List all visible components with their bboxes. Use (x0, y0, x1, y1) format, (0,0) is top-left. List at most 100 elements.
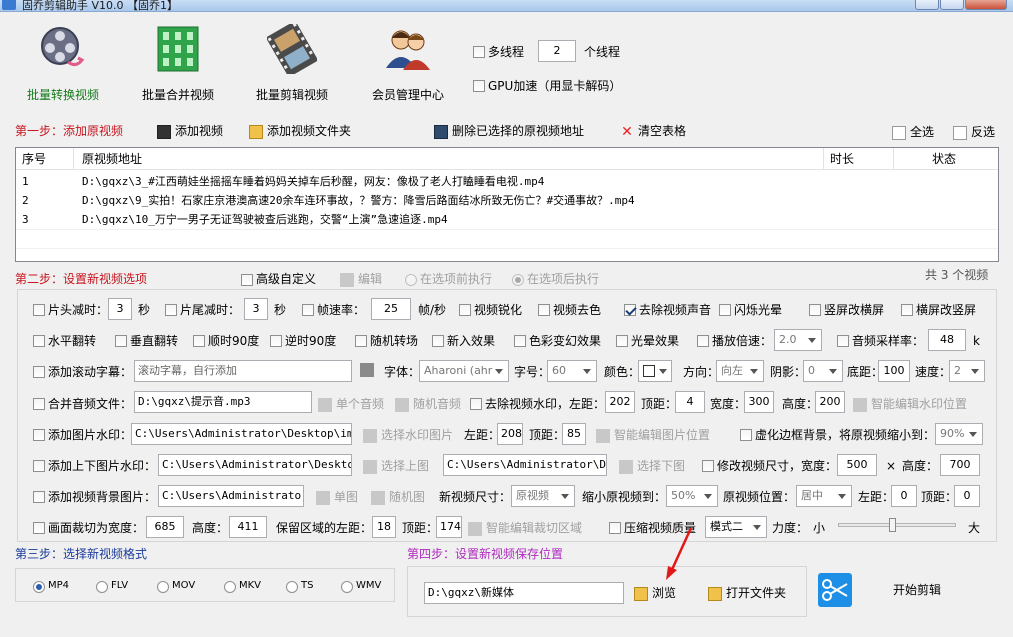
vflip-checkbox[interactable] (115, 333, 127, 347)
browse-button[interactable]: 浏览 (634, 585, 676, 601)
resize-width-input[interactable]: 500 (837, 454, 877, 476)
cw90-checkbox[interactable] (193, 333, 205, 347)
keep-top-input[interactable]: 174 (436, 516, 462, 538)
multithread-checkbox[interactable] (473, 44, 485, 58)
invert-selection-button[interactable]: 反选 (953, 124, 995, 140)
tool-batch-edit[interactable]: 批量剪辑视频 (237, 24, 347, 103)
hflip-checkbox[interactable] (33, 333, 45, 347)
new-effect-checkbox[interactable] (432, 333, 444, 347)
sample-rate-input[interactable]: 48 (928, 329, 966, 351)
head-cut-checkbox[interactable] (33, 302, 45, 316)
format-radio-wmv[interactable] (341, 579, 353, 593)
wm-height-input[interactable]: 200 (815, 391, 845, 413)
merge-audio-checkbox[interactable] (33, 396, 45, 410)
img-top-input[interactable]: 85 (562, 423, 586, 445)
light-effect-checkbox[interactable] (616, 333, 628, 347)
speed-select[interactable]: 2.0 (774, 329, 822, 351)
crop-height-input[interactable]: 411 (229, 516, 267, 538)
thread-count-input[interactable]: 2 (538, 40, 576, 62)
edit-text-icon[interactable] (360, 363, 374, 377)
h2v-checkbox[interactable] (901, 302, 913, 316)
sharpen-checkbox[interactable] (459, 302, 471, 316)
tail-cut-input[interactable]: 3 (244, 298, 268, 320)
shadow-select[interactable]: 0 (803, 360, 843, 382)
column-header-status[interactable]: 状态 (894, 148, 998, 170)
format-radio-mov[interactable] (157, 579, 169, 593)
start-button[interactable]: 开始剪辑 (893, 582, 941, 598)
font-size-select[interactable]: 60 (547, 360, 597, 382)
table-row[interactable]: 1 D:\gqxz\3_#江西萌娃坐摇摇车睡着妈妈关掉车后秒醒，网友：像极了老人打… (16, 172, 998, 191)
delete-selected-button[interactable]: 删除已选择的原视频地址 (434, 123, 584, 139)
decolor-checkbox[interactable] (538, 302, 550, 316)
slider-thumb[interactable] (889, 518, 896, 532)
blur-scale-select[interactable]: 90% (935, 423, 983, 445)
add-folder-button[interactable]: 添加视频文件夹 (249, 123, 351, 139)
sample-rate-checkbox[interactable] (837, 333, 849, 347)
original-position-select[interactable]: 居中 (796, 485, 852, 507)
tool-member-center[interactable]: 会员管理中心 (353, 24, 463, 103)
bottom-input[interactable]: 100 (878, 360, 910, 382)
resize-height-input[interactable]: 700 (940, 454, 980, 476)
strength-slider[interactable] (838, 518, 956, 532)
v2h-checkbox[interactable] (809, 302, 821, 316)
remove-watermark-checkbox[interactable] (470, 396, 482, 410)
close-button[interactable] (965, 0, 1007, 10)
after-options-radio[interactable] (512, 272, 524, 286)
blur-background-checkbox[interactable] (740, 427, 752, 441)
background-image-checkbox[interactable] (33, 489, 45, 503)
tool-batch-merge[interactable]: 批量合并视频 (123, 24, 233, 103)
column-header-index[interactable]: 序号 (16, 148, 74, 170)
crop-checkbox[interactable] (33, 520, 45, 534)
column-header-duration[interactable]: 时长 (824, 148, 894, 170)
keep-left-input[interactable]: 18 (372, 516, 396, 538)
wm-left-input[interactable]: 202 (605, 391, 635, 413)
background-image-path[interactable]: C:\Users\Administrator\D (158, 485, 304, 507)
compress-mode-select[interactable]: 模式二 (705, 516, 767, 538)
bg-left-input[interactable]: 0 (891, 485, 917, 507)
table-row[interactable]: 2 D:\gqxz\9_实拍！石家庄京港澳高速20余车连环事故，？警方：降雪后路面… (16, 191, 998, 210)
resize-checkbox[interactable] (702, 458, 714, 472)
save-path-input[interactable]: D:\gqxz\新媒体 (424, 582, 624, 604)
format-radio-mkv[interactable] (224, 579, 236, 593)
scroll-speed-select[interactable]: 2 (949, 360, 985, 382)
bg-top-input[interactable]: 0 (954, 485, 980, 507)
crop-width-input[interactable]: 685 (146, 516, 184, 538)
speed-checkbox[interactable] (697, 333, 709, 347)
format-radio-flv[interactable] (96, 579, 108, 593)
image-watermark-checkbox[interactable] (33, 427, 45, 441)
tool-batch-convert[interactable]: 批量转换视频 (8, 24, 118, 103)
remove-audio-checkbox[interactable] (624, 302, 636, 316)
select-all-button[interactable]: 全选 (892, 124, 934, 140)
tail-cut-checkbox[interactable] (165, 302, 177, 316)
top-bottom-watermark-checkbox[interactable] (33, 458, 45, 472)
ccw90-checkbox[interactable] (270, 333, 282, 347)
video-table[interactable]: 序号 原视频地址 时长 状态 1 D:\gqxz\3_#江西萌娃坐摇摇车睡着妈妈关… (15, 147, 999, 262)
top-image-path[interactable]: C:\Users\Administrator\Desktop\i (158, 454, 352, 476)
compress-checkbox[interactable] (609, 520, 621, 534)
color-change-checkbox[interactable] (514, 333, 526, 347)
wm-top-input[interactable]: 4 (675, 391, 705, 413)
add-video-button[interactable]: 添加视频 (157, 123, 223, 139)
img-left-input[interactable]: 208 (497, 423, 523, 445)
fps-input[interactable]: 25 (371, 298, 411, 320)
color-picker[interactable] (638, 360, 672, 382)
minimize-button[interactable] (915, 0, 939, 10)
scroll-subtitle-input[interactable]: 滚动字幕，自行添加 (134, 360, 352, 382)
advanced-checkbox[interactable] (241, 272, 253, 286)
clear-table-button[interactable]: ✕ 清空表格 (620, 123, 686, 139)
maximize-button[interactable] (940, 0, 964, 10)
direction-select[interactable]: 向左 (716, 360, 764, 382)
before-options-radio[interactable] (405, 272, 417, 286)
flash-checkbox[interactable] (719, 302, 731, 316)
scroll-subtitle-checkbox[interactable] (33, 364, 45, 378)
font-select[interactable]: Aharoni (ahr (419, 360, 509, 382)
image-watermark-path[interactable]: C:\Users\Administrator\Desktop\img-q (131, 423, 352, 445)
open-folder-button[interactable]: 打开文件夹 (708, 585, 786, 601)
table-row[interactable]: 3 D:\gqxz\10_万宁一男子无证驾驶被查后逃跑，交警“上演”急速追逐.mp… (16, 210, 998, 229)
new-size-select[interactable]: 原视频 (511, 485, 575, 507)
head-cut-input[interactable]: 3 (108, 298, 132, 320)
gpu-checkbox[interactable] (473, 78, 485, 92)
column-header-path[interactable]: 原视频地址 (74, 148, 824, 170)
random-transition-checkbox[interactable] (355, 333, 367, 347)
shrink-select[interactable]: 50% (666, 485, 718, 507)
